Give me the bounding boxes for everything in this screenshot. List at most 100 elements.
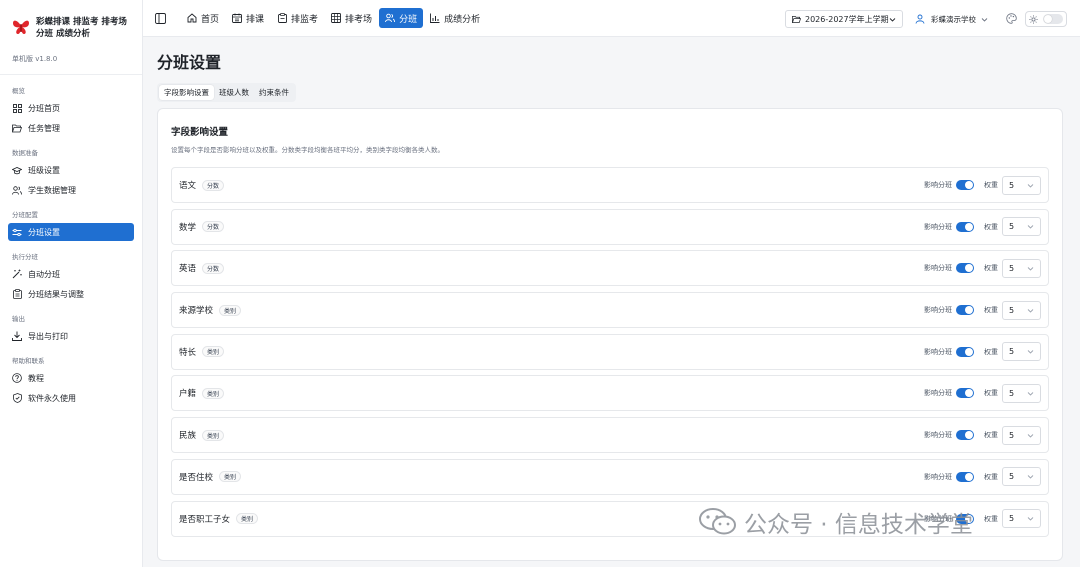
weight-label: 权重 <box>984 181 998 189</box>
clipboard-icon <box>12 289 22 299</box>
tab-home[interactable]: 首页 <box>181 8 225 28</box>
weight-select[interactable]: 5 <box>1002 217 1041 237</box>
sidebar-item-class-home[interactable]: 分班首页 <box>8 99 134 117</box>
influence-toggle[interactable] <box>956 221 974 232</box>
chevron-down-icon <box>1027 182 1034 189</box>
field-name: 户籍 <box>179 389 197 400</box>
sun-icon <box>1029 14 1038 24</box>
tab-class-assignment[interactable]: 分班 <box>379 8 424 28</box>
sidebar-item-license[interactable]: 软件永久使用 <box>8 389 134 407</box>
weight-label: 权重 <box>984 222 998 231</box>
nav-group-title: 数据准备 <box>12 149 38 157</box>
influence-toggle[interactable] <box>956 180 974 190</box>
influence-toggle[interactable] <box>956 346 974 357</box>
weight-select[interactable]: 5 <box>1002 300 1041 320</box>
grid-icon <box>12 103 22 113</box>
sidebar-item-label: 学生数据管理 <box>28 185 76 195</box>
folder-open-icon <box>792 15 801 24</box>
weight-select[interactable]: 5 <box>1002 383 1041 403</box>
users-icon <box>12 185 22 195</box>
influence-toggle[interactable] <box>956 513 974 524</box>
dark-mode-switch[interactable] <box>1043 14 1063 24</box>
field-type-badge: 分数 <box>202 221 225 233</box>
weight-value: 5 <box>1009 222 1015 232</box>
tab-invigilation[interactable]: 排监考 <box>271 8 324 28</box>
weight-label: 权重 <box>984 389 998 398</box>
tab-exam-rooms[interactable]: 排考场 <box>325 8 378 28</box>
influence-label: 影响分班 <box>924 347 952 356</box>
app-version: 单机版 v1.8.0 <box>12 55 58 63</box>
theme-toggle[interactable] <box>1025 11 1067 27</box>
sidebar-item-label: 分班结果与调整 <box>28 289 84 299</box>
school-name: 彩蝶演示学校 <box>931 14 976 24</box>
weight-label: 权重 <box>984 514 998 523</box>
chevron-down-icon <box>1027 307 1034 314</box>
tab-label: 首页 <box>201 14 220 25</box>
sidebar-item-label: 导出与打印 <box>28 331 68 341</box>
weight-select[interactable]: 5 <box>1002 425 1041 445</box>
field-name: 特长 <box>179 347 197 358</box>
field-type-badge: 类别 <box>236 513 259 524</box>
chevron-down-icon <box>1027 265 1034 272</box>
field-row: 语文 分数 影响分班 权重 5 <box>171 167 1049 203</box>
sidebar-item-label: 分班设置 <box>28 227 60 237</box>
tab-timetable[interactable]: 排课 <box>226 8 270 28</box>
sliders-icon <box>12 227 22 237</box>
field-list: 语文 分数 影响分班 权重 5 数学 分数 影响分班 权重 5 英语 分数 影响… <box>171 167 1049 542</box>
school-selector[interactable]: 彩蝶演示学校 <box>915 10 988 28</box>
sidebar-item-student-data[interactable]: 学生数据管理 <box>8 181 134 199</box>
field-type-badge: 类别 <box>219 304 242 316</box>
sidebar-item-tutorial[interactable]: 教程 <box>8 369 134 387</box>
sidebar: 彩蝶排课 排监考 排考场 分班 成绩分析 单机版 v1.8.0 概览 分班首页 … <box>0 0 143 567</box>
card-title: 字段影响设置 <box>171 127 229 138</box>
influence-label: 影响分班 <box>924 472 952 481</box>
tab-score-analysis[interactable]: 成绩分析 <box>424 8 486 28</box>
palette-icon[interactable] <box>1006 13 1017 24</box>
nav-group-title: 分班配置 <box>12 211 38 219</box>
folder-open-icon <box>12 123 22 133</box>
page-title: 分班设置 <box>157 53 222 72</box>
chevron-down-icon <box>1027 348 1034 355</box>
sidebar-item-class-settings[interactable]: 班级设置 <box>8 161 134 179</box>
sidebar-item-task-management[interactable]: 任务管理 <box>8 119 134 137</box>
nav-group-title: 帮助和联系 <box>12 357 45 365</box>
subtab-class-size[interactable]: 班级人数 <box>214 85 254 100</box>
field-row: 特长 类别 影响分班 权重 5 <box>171 333 1049 370</box>
chevron-down-icon <box>1027 515 1034 522</box>
weight-value: 5 <box>1009 472 1015 482</box>
brand: 彩蝶排课 排监考 排考场 分班 成绩分析 <box>0 0 142 50</box>
field-type-badge: 类别 <box>219 471 242 483</box>
subtab-constraints[interactable]: 约束条件 <box>254 85 294 100</box>
influence-toggle[interactable] <box>956 430 974 441</box>
influence-label: 影响分班 <box>924 306 952 315</box>
influence-toggle[interactable] <box>956 305 974 316</box>
subtab-field-influence[interactable]: 字段影响设置 <box>159 85 214 100</box>
weight-select[interactable]: 5 <box>1002 175 1041 195</box>
sidebar-item-results-adjust[interactable]: 分班结果与调整 <box>8 285 134 303</box>
weight-label: 权重 <box>984 347 998 356</box>
sidebar-item-class-assignment-settings[interactable]: 分班设置 <box>8 223 134 241</box>
field-row: 户籍 类别 影响分班 权重 5 <box>171 375 1049 412</box>
calendar-icon <box>232 13 242 23</box>
field-row: 来源学校 类别 影响分班 权重 5 <box>171 292 1049 329</box>
weight-value: 5 <box>1009 430 1015 440</box>
influence-label: 影响分班 <box>924 181 952 189</box>
influence-toggle[interactable] <box>956 388 974 399</box>
field-type-badge: 类别 <box>202 346 225 358</box>
sidebar-item-auto-assign[interactable]: 自动分班 <box>8 265 134 283</box>
influence-toggle[interactable] <box>956 471 974 482</box>
sidebar-item-export-print[interactable]: 导出与打印 <box>8 327 134 345</box>
table-icon <box>331 13 341 23</box>
weight-select[interactable]: 5 <box>1002 467 1041 487</box>
settings-subtabs: 字段影响设置 班级人数 约束条件 <box>157 83 296 102</box>
influence-toggle[interactable] <box>956 263 974 274</box>
weight-select[interactable]: 5 <box>1002 258 1041 278</box>
weight-select[interactable]: 5 <box>1002 342 1041 362</box>
sidebar-toggle-icon[interactable] <box>153 11 167 25</box>
term-select-value: 2026-2027学年上学期 <box>805 14 889 24</box>
tab-label: 排考场 <box>345 14 373 25</box>
field-type-badge: 分数 <box>202 179 225 191</box>
term-select[interactable]: 2026-2027学年上学期 <box>785 10 903 28</box>
weight-value: 5 <box>1009 514 1015 523</box>
weight-select[interactable]: 5 <box>1002 509 1041 528</box>
